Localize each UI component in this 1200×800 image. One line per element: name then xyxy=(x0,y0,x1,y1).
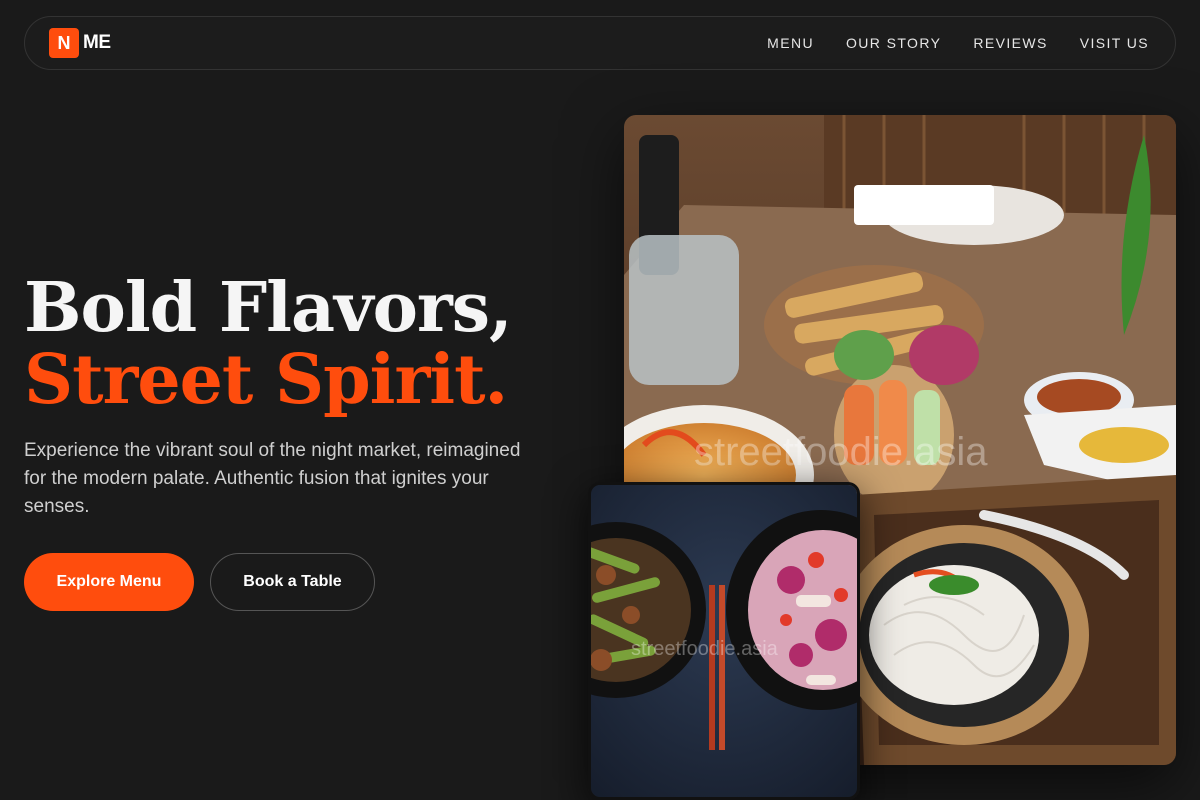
two-bowls-illustration: streetfoodie.asia xyxy=(591,485,857,797)
main-photo-watermark: streetfoodie.asia xyxy=(694,430,988,474)
nav-link-menu[interactable]: MENU xyxy=(767,35,814,51)
nav-links: MENU OUR STORY REVIEWS VISIT US xyxy=(767,35,1149,51)
hero-title: Bold Flavors, Street Spirit. xyxy=(24,268,513,420)
nav-link-visit-us[interactable]: VISIT US xyxy=(1080,35,1149,51)
hero-food-photo-secondary: streetfoodie.asia xyxy=(588,482,860,800)
landing-page: N ME MENU OUR STORY REVIEWS VISIT US Bol… xyxy=(0,0,1200,800)
secondary-photo-watermark: streetfoodie.asia xyxy=(631,638,779,660)
top-navbar: N ME MENU OUR STORY REVIEWS VISIT US xyxy=(24,16,1176,70)
nav-link-reviews[interactable]: REVIEWS xyxy=(973,35,1047,51)
logo-mark: N xyxy=(49,28,79,58)
hero-subtitle: Experience the vibrant soul of the night… xyxy=(24,440,521,517)
explore-menu-button[interactable]: Explore Menu xyxy=(24,553,194,611)
hero-title-line1: Bold Flavors, xyxy=(24,268,513,348)
logo-text: ME xyxy=(83,32,111,53)
brand-logo[interactable]: N ME xyxy=(49,28,111,58)
nav-link-our-story[interactable]: OUR STORY xyxy=(846,35,941,51)
book-table-button[interactable]: Book a Table xyxy=(210,553,375,611)
hero-title-line2: Street Spirit. xyxy=(24,340,508,420)
